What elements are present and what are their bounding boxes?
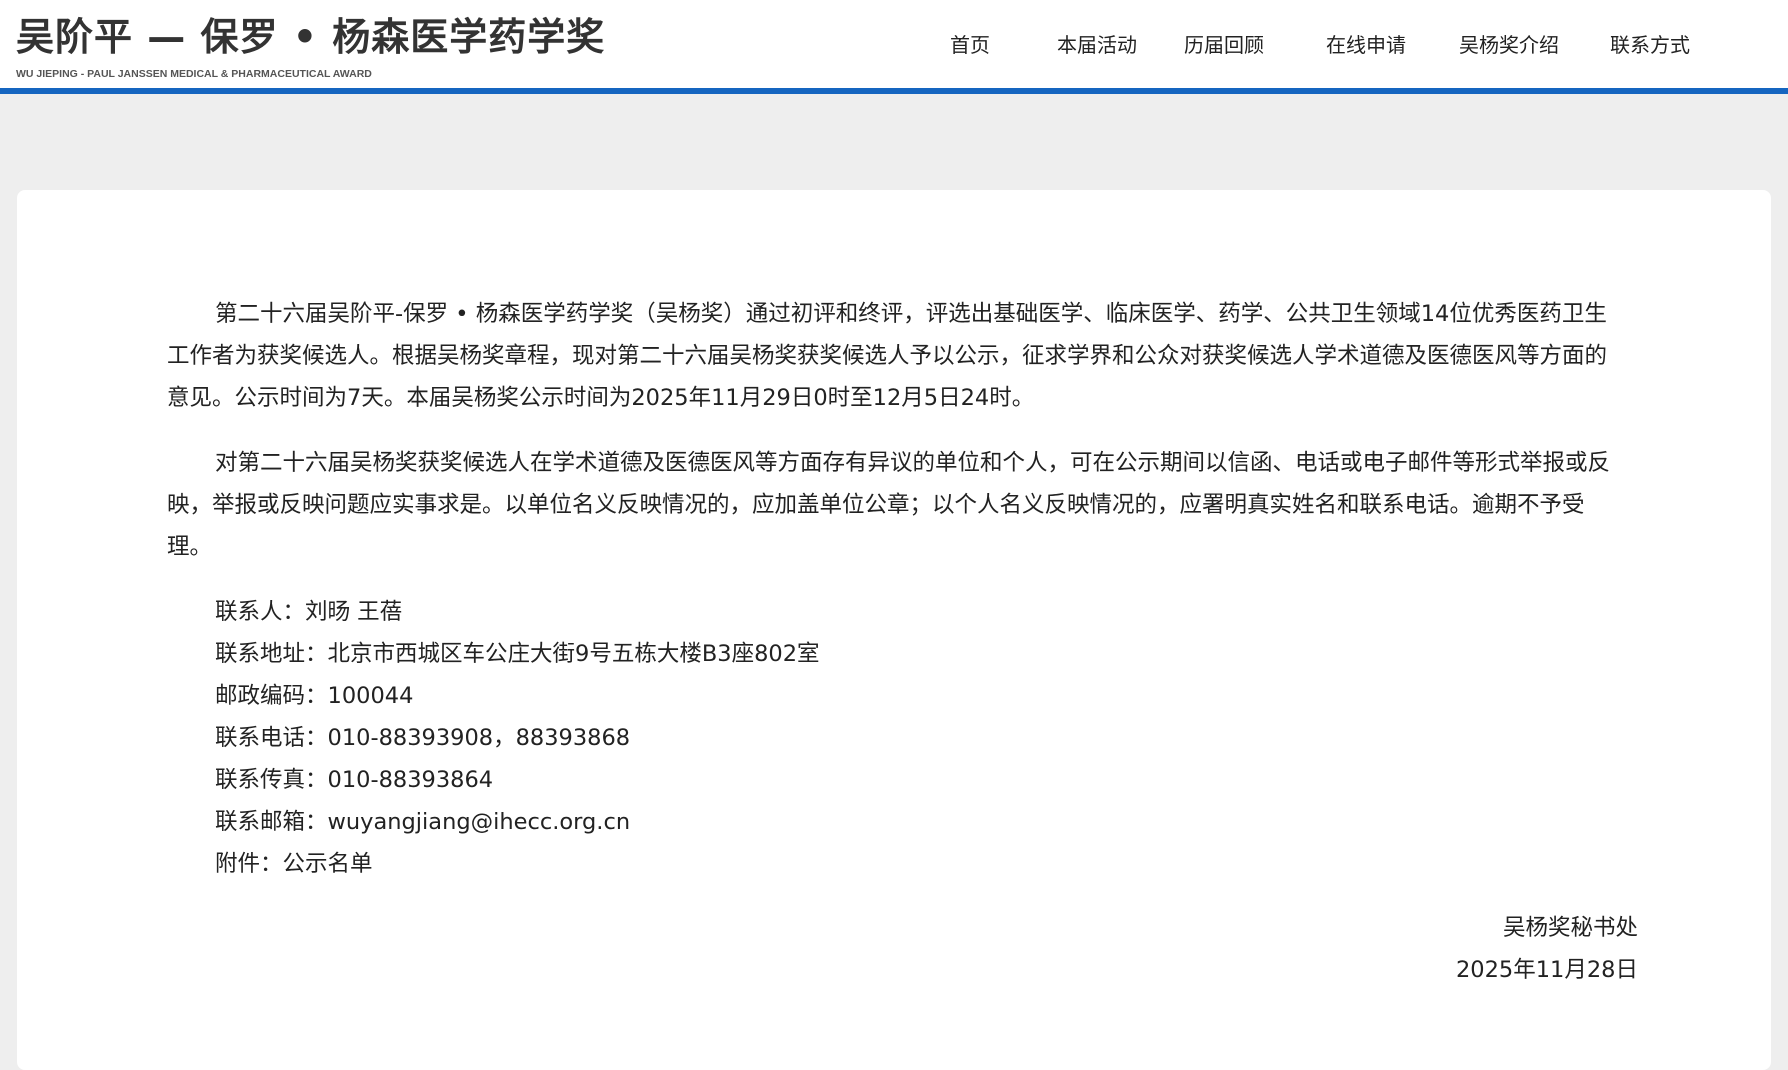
main-nav: 首页 本届活动 历届回顾 在线申请 吴杨奖介绍 联系方式 xyxy=(950,30,1750,60)
contact-fax: 联系传真：010-88393864 xyxy=(215,767,494,793)
contact-email: 联系邮箱：wuyangjiang@ihecc.org.cn xyxy=(215,809,631,835)
brand-logo[interactable]: 吴阶平 — 保罗 • 杨森医学药学奖 WU JIEPING - PAUL JAN… xyxy=(16,14,605,81)
brand-title: 吴阶平 — 保罗 • 杨森医学药学奖 xyxy=(16,15,606,59)
nav-item-home[interactable]: 首页 xyxy=(950,30,990,60)
brand-subtitle: WU JIEPING - PAUL JANSSEN MEDICAL & PHAR… xyxy=(16,68,372,80)
notice-paragraph: 第二十六届吴阶平-保罗 • 杨森医学药学奖（吴杨奖）通过初评和终评，评选出基础医… xyxy=(167,301,1608,411)
attachment-link[interactable]: 附件：公示名单 xyxy=(167,843,1623,885)
signature-block: 吴杨奖秘书处 2025年11月28日 xyxy=(1456,907,1638,991)
nav-item-online-application[interactable]: 在线申请 xyxy=(1326,30,1406,60)
contact-person: 联系人：刘旸 王蓓 xyxy=(215,599,403,625)
nav-item-current-activities[interactable]: 本届活动 xyxy=(1057,30,1137,60)
contact-address: 联系地址：北京市西城区车公庄大街9号五栋大楼B3座802室 xyxy=(215,641,820,667)
site-header: 吴阶平 — 保罗 • 杨森医学药学奖 WU JIEPING - PAUL JAN… xyxy=(0,0,1788,94)
nav-item-past-review[interactable]: 历届回顾 xyxy=(1184,30,1264,60)
contact-info: 联系人：刘旸 王蓓 联系地址：北京市西城区车公庄大街9号五栋大楼B3座802室 … xyxy=(167,591,1623,885)
notice-body: 第二十六届吴阶平-保罗 • 杨森医学药学奖（吴杨奖）通过初评和终评，评选出基础医… xyxy=(167,293,1623,885)
nav-item-contact[interactable]: 联系方式 xyxy=(1610,30,1690,60)
notice-paragraph: 对第二十六届吴杨奖获奖候选人在学术道德及医德医风等方面存有异议的单位和个人，可在… xyxy=(167,450,1611,560)
contact-phone: 联系电话：010-88393908，88393868 xyxy=(215,725,631,751)
nav-item-award-intro[interactable]: 吴杨奖介绍 xyxy=(1459,30,1559,60)
signature-date: 2025年11月28日 xyxy=(1455,957,1638,983)
contact-postcode: 邮政编码：100044 xyxy=(215,683,414,709)
signature-org: 吴杨奖秘书处 xyxy=(1502,915,1638,941)
